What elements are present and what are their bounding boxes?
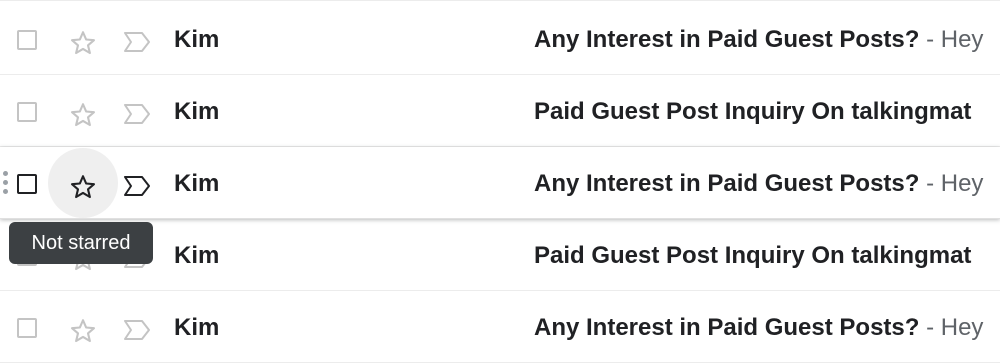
email-snippet: - Hey [926, 170, 984, 197]
star-tooltip: Not starred [9, 222, 153, 264]
checkbox-icon[interactable] [17, 318, 37, 338]
email-subject: Any Interest in Paid Guest Posts? [534, 314, 920, 341]
email-sender: Kim [174, 26, 220, 53]
email-content: Paid Guest Post Inquiry On talkingmat [534, 241, 1000, 271]
email-snippet: - Hey [926, 26, 984, 53]
star-outline-icon[interactable] [69, 317, 97, 345]
important-marker-icon[interactable] [122, 30, 152, 54]
email-sender: Kim [174, 98, 220, 125]
email-subject: Paid Guest Post Inquiry On talkingmat [534, 98, 972, 125]
email-content: Any Interest in Paid Guest Posts? - Hey [534, 313, 1000, 343]
checkbox-icon[interactable] [17, 30, 37, 50]
email-row[interactable]: Kim Any Interest in Paid Guest Posts? - … [0, 291, 1000, 363]
checkbox-icon[interactable] [17, 174, 37, 194]
star-outline-icon[interactable] [69, 173, 97, 201]
important-marker-icon[interactable] [122, 102, 152, 126]
email-sender: Kim [174, 314, 220, 341]
email-row[interactable]: Kim Paid Guest Post Inquiry On talkingma… [0, 75, 1000, 147]
important-marker-icon[interactable] [122, 174, 152, 198]
drag-handle-icon[interactable] [3, 171, 9, 195]
email-row[interactable]: Kim Any Interest in Paid Guest Posts? - … [0, 3, 1000, 75]
email-list: Kim Any Interest in Paid Guest Posts? - … [0, 0, 1000, 363]
email-subject: Paid Guest Post Inquiry On talkingmat [534, 242, 972, 269]
checkbox-icon[interactable] [17, 102, 37, 122]
important-marker-icon[interactable] [122, 318, 152, 342]
email-content: Paid Guest Post Inquiry On talkingmat [534, 97, 1000, 127]
email-content: Any Interest in Paid Guest Posts? - Hey [534, 25, 1000, 55]
email-sender: Kim [174, 242, 220, 269]
email-row[interactable]: Kim Any Interest in Paid Guest Posts? - … [0, 147, 1000, 219]
email-subject: Any Interest in Paid Guest Posts? [534, 26, 920, 53]
star-outline-icon[interactable] [69, 101, 97, 129]
email-sender: Kim [174, 170, 220, 197]
email-content: Any Interest in Paid Guest Posts? - Hey [534, 169, 1000, 199]
email-subject: Any Interest in Paid Guest Posts? [534, 170, 920, 197]
star-outline-icon[interactable] [69, 29, 97, 57]
email-snippet: - Hey [926, 314, 984, 341]
